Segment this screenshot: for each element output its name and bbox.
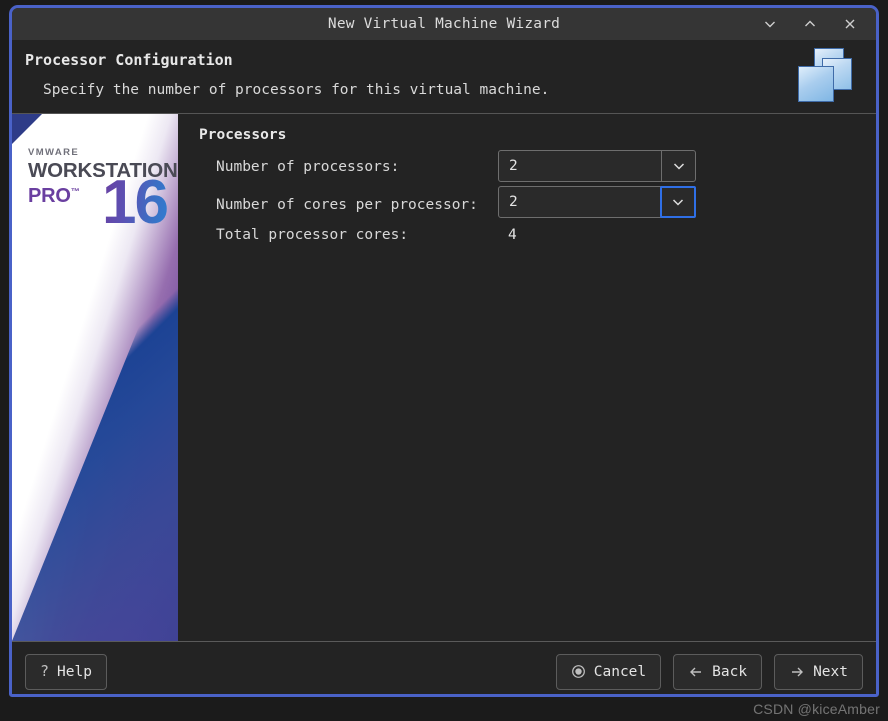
help-button-label: Help (57, 664, 92, 680)
footer-actions: Cancel Back Next (556, 654, 863, 690)
chevron-up-icon (802, 16, 818, 32)
cancel-button[interactable]: Cancel (556, 654, 661, 690)
chevron-down-icon[interactable] (660, 186, 696, 218)
cancel-button-label: Cancel (594, 664, 646, 680)
brand-name: VMWARE (28, 147, 178, 158)
window-title: New Virtual Machine Wizard (328, 16, 560, 32)
label-total-processor-cores: Total processor cores: (216, 227, 408, 243)
wizard-window: New Virtual Machine Wizard (9, 5, 879, 697)
row-number-of-processors: Number of processors: (216, 153, 399, 181)
edition-name: PRO™ (28, 185, 80, 208)
window-controls (750, 8, 870, 40)
label-cores-per-processor: Number of cores per processor: (216, 197, 478, 213)
back-button[interactable]: Back (673, 654, 762, 690)
wizard-header: Processor Configuration Specify the numb… (12, 40, 876, 114)
edition-label: PRO (28, 185, 71, 207)
next-button[interactable]: Next (774, 654, 863, 690)
cores-per-processor-value: 2 (499, 187, 660, 217)
next-button-label: Next (813, 664, 848, 680)
label-number-of-processors: Number of processors: (216, 159, 399, 175)
arrow-left-icon (688, 664, 704, 680)
chevron-down-icon (762, 16, 778, 32)
question-mark-icon: ? (40, 664, 49, 679)
title-bar[interactable]: New Virtual Machine Wizard (12, 8, 876, 40)
close-button[interactable] (830, 9, 870, 39)
stacked-windows-icon (796, 48, 854, 104)
cores-per-processor-combobox[interactable]: 2 (498, 186, 696, 218)
row-total-processor-cores: Total processor cores: (216, 221, 408, 249)
version-number: 16 (102, 172, 167, 234)
banner-corner-triangle (12, 114, 42, 144)
maximize-button[interactable] (790, 9, 830, 39)
vmware-logo: VMWARE WORKSTATION PRO™ 16 (28, 147, 178, 236)
vmware-banner: VMWARE WORKSTATION PRO™ 16 (12, 114, 178, 641)
settings-pane: Processors Number of processors: 2 Numbe… (178, 114, 876, 641)
chevron-down-icon[interactable] (661, 151, 695, 181)
back-button-label: Back (712, 664, 747, 680)
wizard-footer: ? Help Cancel (12, 641, 876, 697)
wizard-body: VMWARE WORKSTATION PRO™ 16 Processors Nu… (12, 114, 876, 641)
page-title: Processor Configuration (25, 51, 233, 69)
edition-row: PRO™ 16 (28, 182, 178, 236)
total-processor-cores-value: 4 (508, 221, 517, 249)
group-title-processors: Processors (199, 127, 286, 143)
close-icon (842, 16, 858, 32)
cancel-circle-icon (571, 664, 586, 679)
number-of-processors-value: 2 (499, 151, 661, 181)
minimize-button[interactable] (750, 9, 790, 39)
number-of-processors-combobox[interactable]: 2 (498, 150, 696, 182)
arrow-right-icon (789, 664, 805, 680)
trademark-symbol: ™ (71, 186, 80, 196)
stacked-windows-square-front (798, 66, 834, 102)
row-cores-per-processor: Number of cores per processor: (216, 191, 478, 219)
watermark: CSDN @kiceAmber (753, 701, 880, 717)
help-button[interactable]: ? Help (25, 654, 107, 690)
page-subtitle: Specify the number of processors for thi… (43, 82, 549, 98)
screen-root: New Virtual Machine Wizard (0, 0, 888, 721)
